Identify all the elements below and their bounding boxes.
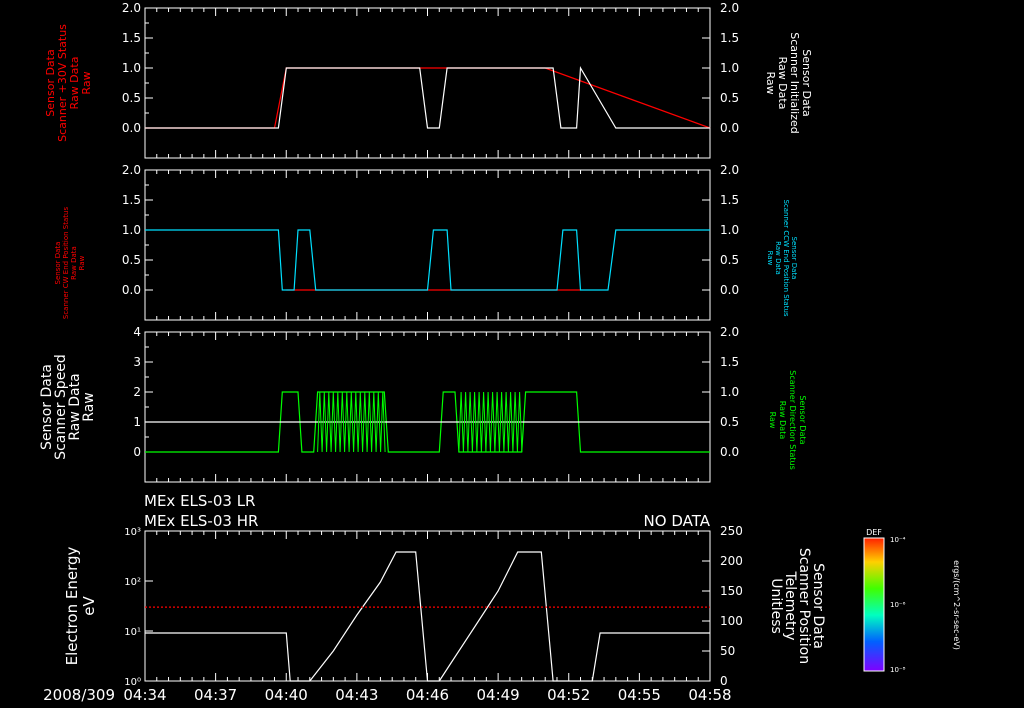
plot-window: MEx ELS-03 LR MEx ELS-03 HR NO DATA Sens… [0,0,1024,708]
x-tick-label: 04:58 [688,686,731,704]
left-tick-label: 2.0 [122,163,141,177]
series-line-scanner-initialized [145,66,710,129]
x-tick-label: 04:46 [406,686,449,704]
left-tick-label: 3 [133,355,141,369]
x-tick-label: 04:55 [618,686,661,704]
left-tick-label: 1 [133,415,141,429]
p2-right-l3: Raw Data [774,241,782,275]
series-line-scanner-ccw-end-position-status [145,229,710,291]
left-tick-label: 1.5 [122,193,141,207]
colorbar-tick-mid: 10⁻⁶ [890,601,906,609]
p2-left-l4: Raw [78,255,86,270]
p3-right-l2: Scanner Direction Status [788,370,797,469]
colorbar-tick-bottom: 10⁻⁸ [890,666,906,674]
right-tick-label: 2.0 [720,1,739,15]
right-tick-label: 0.0 [720,121,739,135]
left-tick-label: 2 [133,385,141,399]
left-tick-label: 0.0 [122,283,141,297]
panel-3-frame [144,331,711,483]
p2-right-l2: Scanner CCW End Position Status [782,199,790,316]
right-tick-label: 1.5 [720,31,739,45]
panel-3-right-label: Sensor Data Scanner Direction Status Raw… [768,370,807,469]
left-tick-label: 0 [133,445,141,459]
left-tick-label: 10² [124,577,141,588]
left-tick-label: 1.5 [122,31,141,45]
x-tick-label: 04:52 [547,686,590,704]
p1-left-l4: Raw [80,71,93,94]
right-tick-label: 1.5 [720,193,739,207]
colorbar-title: DEF [866,528,882,537]
panel-1-right-label: Sensor Data Scanner Initialized Raw Data… [764,32,813,134]
panel-3-left-label: Sensor Data Scanner Speed Raw Data Raw [39,354,97,460]
right-tick-label: 1.5 [720,355,739,369]
right-tick-label: 1.0 [720,385,739,399]
p3-right-l1: Sensor Data [798,395,807,444]
left-tick-label: 1.0 [122,223,141,237]
series-line-scanner-position [145,551,710,682]
header-hr-label: MEx ELS-03 HR [144,512,258,530]
right-tick-label: 0.5 [720,415,739,429]
x-tick-label: 04:34 [123,686,166,704]
colorbar-units: ergs/(cm^2-sr-sec-eV) [952,560,961,650]
left-tick-label: 0.5 [122,91,141,105]
right-tick-label: 2.0 [720,325,739,339]
p2-left-l2: Scanner CW End Position Status [62,207,70,320]
colorbar-tick-top: 10⁻⁴ [890,536,906,544]
panel-2-right-label: Sensor Data Scanner CCW End Position Sta… [766,199,798,316]
right-tick-label: 50 [720,644,735,658]
left-tick-label: 4 [133,325,141,339]
right-tick-label: 250 [720,524,743,538]
no-data-label: NO DATA [644,512,711,530]
x-tick-label: 04:37 [194,686,237,704]
p3-right-l3: Raw Data [778,401,787,440]
panel-4-frame [144,530,711,682]
right-tick-label: 0.0 [720,283,739,297]
p4-left-l1: Electron Energy [63,546,81,665]
panel-4-right-label: Sensor Data Scanner Position Telemetry U… [768,548,826,664]
right-tick-label: 2.0 [720,163,739,177]
p4-right-l4: Unitless [768,578,784,634]
right-tick-label: 200 [720,554,743,568]
right-tick-label: 0.0 [720,445,739,459]
p3-left-l4: Raw [81,392,97,421]
p4-left-l2: eV [80,596,98,616]
left-tick-label: 10³ [124,527,141,538]
p2-right-l4: Raw [766,251,774,266]
p2-left-l1: Sensor Data [54,242,62,285]
left-tick-label: 0.0 [122,121,141,135]
x-tick-label: 04:40 [265,686,308,704]
series-line-scanner-30v-status [145,67,711,129]
panel-1-left-label: Sensor Data Scanner +30V Status Raw Data… [44,24,93,142]
right-tick-label: 0.5 [720,253,739,267]
panel-2-left-label: Sensor Data Scanner CW End Position Stat… [54,207,86,320]
p2-left-l3: Raw Data [70,246,78,280]
panel-4-left-label: Electron Energy eV [63,546,98,665]
chart-canvas: MEx ELS-03 LR MEx ELS-03 HR NO DATA Sens… [39,1,961,704]
colorbar [863,537,885,672]
x-date-prefix: 2008/309 [43,686,115,704]
right-tick-label: 0.5 [720,91,739,105]
p2-right-l1: Sensor Data [790,237,798,280]
panel-1-frame [144,7,711,159]
p3-right-l4: Raw [768,412,777,429]
x-tick-label: 04:49 [477,686,520,704]
left-tick-label: 10¹ [124,627,141,638]
right-tick-label: 1.0 [720,61,739,75]
left-tick-label: 2.0 [122,1,141,15]
right-tick-label: 1.0 [720,223,739,237]
colorbar-units-text: ergs/(cm^2-sr-sec-eV) [952,560,961,650]
chart-marks-layer: 2.0 1.5 1.0 0.5 0.0 2.0 1.5 1.0 0.5 0.0 2.0 1.5 1.0 0… [122,1,743,704]
left-tick-label: 0.5 [122,253,141,267]
header-lr-label: MEx ELS-03 LR [144,492,255,510]
panel-2-frame [144,169,711,321]
left-tick-label: 1.0 [122,61,141,75]
x-tick-label: 04:43 [335,686,378,704]
p1-right-l4: Raw [764,71,777,94]
right-tick-label: 100 [720,614,743,628]
right-tick-label: 150 [720,584,743,598]
